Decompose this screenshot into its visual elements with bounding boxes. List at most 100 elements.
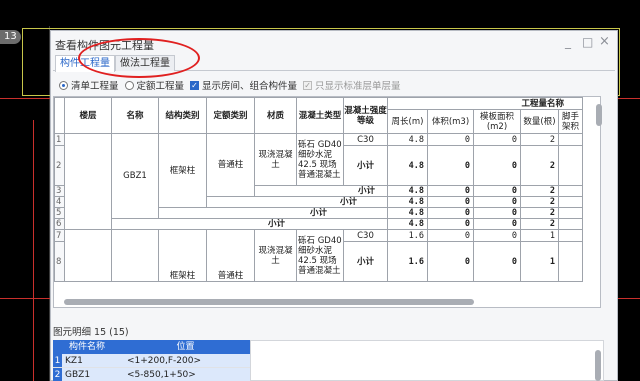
cell-formwork: 0	[473, 218, 521, 230]
header-name[interactable]: 名称	[111, 97, 159, 134]
minimize-button[interactable]: _	[565, 35, 571, 49]
cell-count: 2	[520, 196, 559, 208]
header-scaffold[interactable]: 脚手架积	[558, 109, 583, 134]
detail-row[interactable]: 1 KZ1 <1+200,F-200>	[53, 354, 250, 368]
header-floor[interactable]: 楼层	[64, 97, 112, 134]
cad-badge: 13	[0, 30, 21, 44]
row-number: 5	[54, 207, 65, 219]
cell-volume: 0	[427, 241, 474, 282]
cell-count: 2	[520, 133, 559, 146]
detail-row[interactable]: 2 GBZ1 <5-850,1+50>	[53, 368, 250, 381]
cell-volume: 0	[427, 218, 474, 230]
cell-count: 1	[520, 241, 559, 282]
cell-perimeter: 4.8	[387, 133, 428, 146]
radio-bill-quantity[interactable]	[59, 80, 68, 90]
cell-perimeter: 4.8	[387, 145, 428, 186]
table-vertical-scrollbar[interactable]	[596, 104, 602, 126]
row-number: 1	[54, 133, 65, 146]
header-material[interactable]: 材质	[254, 97, 297, 134]
cad-red-line	[0, 298, 50, 299]
close-button[interactable]: ×	[599, 34, 610, 49]
row-number: 2	[54, 145, 65, 186]
cell-name: GBZ1	[111, 133, 159, 219]
red-annotation-circle	[78, 38, 200, 78]
cell-scaffold	[558, 196, 583, 208]
cell-count: 2	[520, 218, 559, 230]
cad-red-line	[0, 98, 50, 99]
detail-cell-position: <1+200,F-200>	[121, 354, 250, 367]
table-horizontal-scrollbar[interactable]	[64, 299, 474, 305]
cell-floor	[64, 229, 112, 282]
checkbox-show-room[interactable]: ✓	[190, 80, 200, 90]
cell-scaffold	[558, 218, 583, 230]
header-quantity-group: 工程量名称	[387, 97, 583, 110]
detail-cell-name: KZ1	[62, 354, 121, 367]
cell-struct: 框架柱	[158, 133, 207, 208]
header-concrete-grade[interactable]: 混凝土强度等级	[343, 97, 388, 134]
header-formwork[interactable]: 模板面积(m2)	[473, 109, 521, 134]
radio-quota-label: 定额工程量	[136, 81, 185, 92]
row-number: 3	[54, 185, 65, 197]
cell-subtotal-label: 小计	[158, 207, 388, 219]
cell-formwork: 0	[473, 229, 521, 242]
cad-background-top	[0, 0, 640, 26]
detail-vertical-scrollbar[interactable]	[595, 350, 601, 381]
cad-red-line	[618, 98, 640, 99]
cell-perimeter: 4.8	[387, 218, 428, 230]
detail-cell-position: <5-850,1+50>	[121, 368, 250, 381]
cell-volume: 0	[427, 133, 474, 146]
cell-concrete-type: 砾石 GD40 细砂水泥42.5 现场普通混凝土	[296, 133, 344, 186]
cell-perimeter: 4.8	[387, 185, 428, 197]
cell-volume: 0	[427, 229, 474, 242]
cad-red-line	[618, 298, 640, 299]
cell-perimeter: 1.6	[387, 241, 428, 282]
detail-count-label: 图元明细 15 (15)	[53, 327, 129, 338]
cell-count: 1	[520, 229, 559, 242]
header-concrete-type[interactable]: 混凝土类型	[296, 97, 344, 134]
cell-formwork: 0	[473, 145, 521, 186]
quantity-table[interactable]: 楼层 名称 结构类别 定额类别 材质 混凝土类型 混凝土强度等级 工程量名称 周…	[53, 96, 601, 308]
cell-grade: C30	[343, 133, 388, 146]
header-count[interactable]: 数量(根)	[520, 109, 559, 134]
detail-panel	[250, 340, 604, 381]
header-quota[interactable]: 定额类别	[206, 97, 255, 134]
checkbox-show-room-label: 显示房间、组合构件量	[202, 81, 298, 92]
row-number: 7	[54, 229, 65, 242]
detail-cell-name: GBZ1	[62, 368, 121, 381]
detail-row-number: 2	[53, 368, 62, 381]
cell-concrete-type: 砾石 GD40 细砂水泥42.5 现场普通混凝土	[296, 229, 344, 282]
header-struct[interactable]: 结构类别	[158, 97, 207, 134]
cell-grade: C30	[343, 229, 388, 242]
cell-formwork: 0	[473, 207, 521, 219]
header-corner	[54, 97, 65, 134]
detail-table[interactable]: 构件名称 位置 1 KZ1 <1+200,F-200> 2 GBZ1 <5-85…	[53, 340, 250, 381]
cell-perimeter: 4.8	[387, 207, 428, 219]
cell-floor	[64, 133, 112, 230]
cell-material: 现浇混凝土	[254, 133, 297, 186]
cell-formwork: 0	[473, 133, 521, 146]
radio-bill-label: 清单工程量	[71, 81, 119, 92]
maximize-button[interactable]: □	[582, 35, 593, 49]
cell-quota: 普通柱	[206, 133, 255, 197]
cell-count: 2	[520, 145, 559, 186]
cell-struct: 框架柱	[158, 229, 207, 282]
checkbox-standard-floor[interactable]: ✓	[303, 80, 313, 90]
cad-right-panel	[618, 26, 640, 381]
radio-quota-quantity[interactable]	[124, 80, 134, 90]
row-number: 8	[54, 241, 65, 282]
header-volume[interactable]: 体积(m3)	[427, 109, 474, 134]
cell-subtotal-label: 小计	[111, 218, 388, 230]
cell-perimeter: 1.6	[387, 229, 428, 242]
cell-count: 2	[520, 185, 559, 197]
header-perimeter[interactable]: 周长(m)	[387, 109, 428, 134]
detail-row-number: 1	[53, 354, 62, 367]
cell-scaffold	[558, 145, 583, 186]
cell-name	[111, 229, 159, 282]
cell-formwork: 0	[473, 196, 521, 208]
cell-volume: 0	[427, 145, 474, 186]
cell-scaffold	[558, 207, 583, 219]
detail-header-name[interactable]: 构件名称	[53, 340, 121, 354]
cell-quota: 普通柱	[206, 229, 255, 282]
cell-subtotal-label: 小计	[206, 196, 388, 208]
detail-header-position[interactable]: 位置	[121, 340, 250, 354]
